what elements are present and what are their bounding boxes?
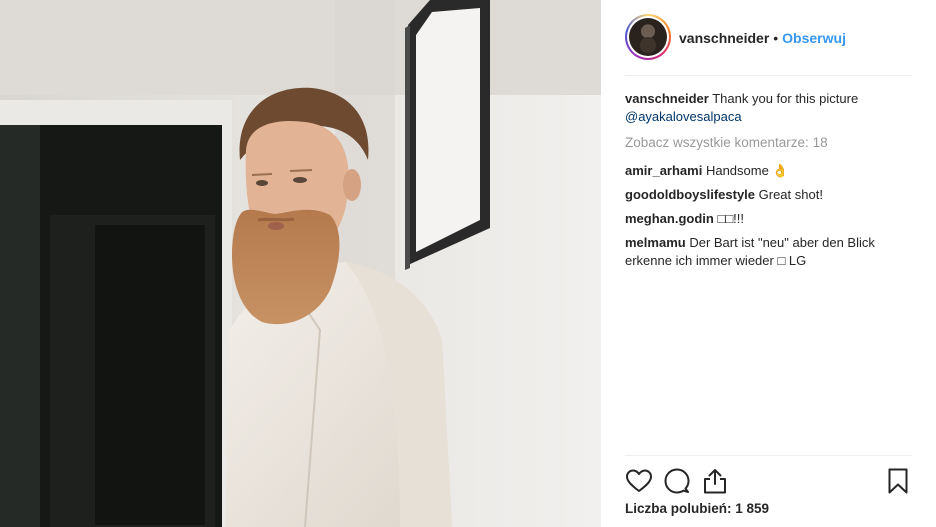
caption-mention[interactable]: @ayakalovesalpaca: [625, 109, 742, 124]
comment-username[interactable]: goodoldboyslifestyle: [625, 187, 755, 202]
comment-username[interactable]: meghan.godin: [625, 211, 714, 226]
caption: vanschneider Thank you for this picture …: [625, 90, 912, 126]
likes-count[interactable]: Liczba polubień: 1 859: [625, 501, 912, 516]
heart-icon[interactable]: [625, 467, 653, 495]
comment-item: amir_arhami Handsome 👌: [625, 162, 912, 180]
avatar: [629, 18, 667, 56]
comment-text: □□!!!: [717, 211, 745, 226]
comment-text: Handsome 👌: [705, 163, 789, 178]
comment-icon[interactable]: [663, 467, 691, 495]
action-icons: [625, 456, 912, 500]
post-actions-bar: Liczba polubień: 1 859: [625, 455, 912, 516]
separator-dot: •: [773, 30, 779, 46]
header-text: vanschneider • Obserwuj: [679, 30, 846, 46]
caption-username[interactable]: vanschneider: [625, 91, 709, 106]
comment-item: goodoldboyslifestyle Great shot!: [625, 186, 912, 204]
comment-item: melmamu Der Bart ist "neu" aber den Blic…: [625, 234, 912, 270]
post-username[interactable]: vanschneider: [679, 30, 769, 46]
comment-username[interactable]: amir_arhami: [625, 163, 702, 178]
view-all-comments-link[interactable]: Zobacz wszystkie komentarze: 18: [625, 134, 912, 152]
comment-username[interactable]: melmamu: [625, 235, 686, 250]
bookmark-icon[interactable]: [884, 467, 912, 495]
follow-button[interactable]: Obserwuj: [782, 30, 846, 46]
post-photo[interactable]: [0, 0, 601, 527]
caption-text: Thank you for this picture: [712, 91, 859, 106]
share-icon[interactable]: [701, 467, 729, 495]
avatar-story-ring[interactable]: [625, 14, 671, 60]
post-sidebar: vanschneider • Obserwuj vanschneider Tha…: [601, 0, 936, 527]
post-header: vanschneider • Obserwuj: [625, 14, 912, 76]
comment-text: Great shot!: [758, 187, 823, 202]
comment-item: meghan.godin □□!!!: [625, 210, 912, 228]
photo-image: [0, 0, 601, 527]
comments-section: vanschneider Thank you for this picture …: [625, 90, 912, 276]
